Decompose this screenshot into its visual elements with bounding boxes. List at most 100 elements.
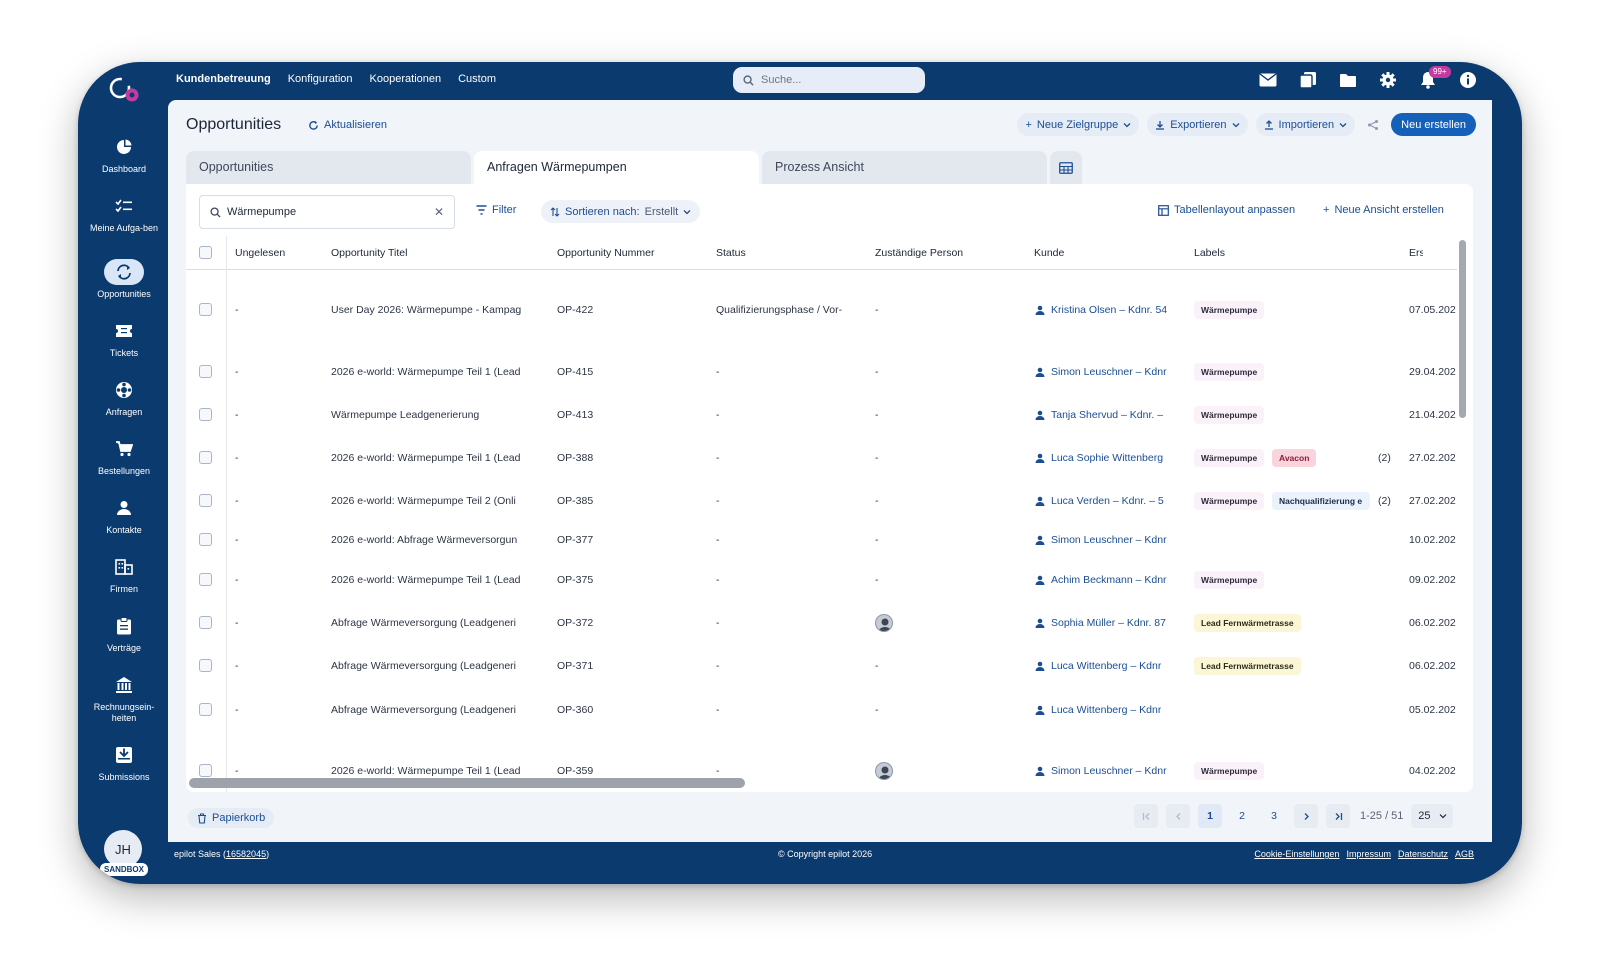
sidebar-item-rechnungseinheiten[interactable]: Rechnungsein-heiten (78, 672, 170, 724)
row-checkbox[interactable] (199, 573, 212, 586)
cell-customer[interactable]: Sophia Müller – Kdnr. 87 (1035, 617, 1171, 629)
column-header-person[interactable]: Zuständige Person (875, 247, 963, 259)
table-row[interactable]: - 2026 e-world: Wärmepumpe Teil 1 (Lead OP… (186, 568, 1457, 592)
first-page-button[interactable] (1134, 804, 1158, 828)
table-row[interactable]: - Abfrage Wärmeversorgung (Leadgeneri OP-3… (186, 654, 1457, 678)
cell-customer[interactable]: Tanja Shervud – Kdnr. – (1035, 409, 1171, 421)
clear-search-icon[interactable]: ✕ (434, 205, 444, 219)
cell-title[interactable]: Wärmepumpe Leadgenerierung (331, 409, 537, 421)
tab-prozess-ansicht[interactable]: Prozess Ansicht (762, 151, 1047, 184)
prev-page-button[interactable] (1166, 804, 1190, 828)
bell-icon[interactable]: 99+ (1417, 66, 1451, 91)
label-badge[interactable]: Lead Fernwärmetrasse (1194, 614, 1301, 632)
filter-button[interactable]: Filter (476, 204, 516, 216)
cell-title[interactable]: User Day 2026: Wärmepumpe - Kampag (331, 304, 537, 316)
sidebar-item-kontakte[interactable]: Kontakte (78, 495, 170, 536)
cell-title[interactable]: 2026 e-world: Wärmepumpe Teil 1 (Lead (331, 452, 537, 464)
cell-title[interactable]: 2026 e-world: Wärmepumpe Teil 1 (Lead (331, 574, 537, 586)
create-new-button[interactable]: Neu erstellen (1391, 113, 1476, 136)
topnav-custom[interactable]: Custom (458, 73, 496, 85)
label-badge[interactable]: Wärmepumpe (1194, 406, 1265, 424)
table-search[interactable]: ✕ (199, 195, 455, 229)
cell-customer[interactable]: Luca Sophie Wittenberg (1035, 452, 1171, 464)
row-checkbox[interactable] (199, 451, 212, 464)
label-badge[interactable]: Nachqualifizierung e (1272, 492, 1370, 510)
table-row[interactable]: - Abfrage Wärmeversorgung (Leadgeneri OP-3… (186, 698, 1457, 722)
row-checkbox[interactable] (199, 616, 212, 629)
label-overflow-count[interactable]: (2) (1378, 495, 1391, 507)
cell-customer[interactable]: Simon Leuschner – Kdnr (1035, 534, 1171, 546)
cell-title[interactable]: Abfrage Wärmeversorgung (Leadgeneri (331, 704, 537, 716)
sidebar-item-bestellungen[interactable]: Bestellungen (78, 436, 170, 477)
sidebar-item-submissions[interactable]: Submissions (78, 742, 170, 783)
row-checkbox[interactable] (199, 303, 212, 316)
cell-title[interactable]: 2026 e-world: Abfrage Wärmeversorgun (331, 534, 537, 546)
row-checkbox[interactable] (199, 494, 212, 507)
sidebar-item-tickets[interactable]: Tickets (78, 318, 170, 359)
table-row[interactable]: - 2026 e-world: Abfrage Wärmeversorgun OP-… (186, 528, 1457, 552)
cell-customer[interactable]: Simon Leuschner – Kdnr (1035, 765, 1171, 777)
sidebar-item-anfragen[interactable]: Anfragen (78, 377, 170, 418)
row-checkbox[interactable] (199, 365, 212, 378)
label-badge[interactable]: Lead Fernwärmetrasse (1194, 657, 1301, 675)
agb-link[interactable]: AGB (1455, 849, 1474, 859)
row-checkbox[interactable] (199, 703, 212, 716)
cell-title[interactable]: Abfrage Wärmeversorgung (Leadgeneri (331, 617, 537, 629)
new-view-button[interactable]: + Neue Ansicht erstellen (1323, 204, 1444, 216)
label-badge[interactable]: Wärmepumpe (1194, 363, 1265, 381)
horizontal-scrollbar[interactable] (189, 778, 745, 788)
sort-dropdown[interactable]: Sortieren nach: Erstellt (541, 200, 701, 223)
new-target-group-button[interactable]: + Neue Zielgruppe (1017, 113, 1140, 136)
export-button[interactable]: Exportieren (1147, 113, 1248, 136)
table-row[interactable]: - Abfrage Wärmeversorgung (Leadgeneri OP-3… (186, 611, 1457, 635)
tab-anfragen-waermepumpen[interactable]: Anfragen Wärmepumpen (474, 151, 759, 184)
select-all-checkbox[interactable] (199, 246, 212, 259)
info-icon[interactable] (1457, 69, 1479, 91)
global-search-input[interactable] (761, 74, 911, 86)
global-search[interactable] (733, 67, 925, 93)
vertical-scrollbar[interactable] (1459, 240, 1466, 418)
cell-customer[interactable]: Luca Wittenberg – Kdnr (1035, 704, 1171, 716)
copy-icon[interactable] (1297, 69, 1319, 91)
column-header-erstellt[interactable]: Ers (1409, 247, 1423, 259)
sidebar-item-firmen[interactable]: Firmen (78, 554, 170, 595)
gear-icon[interactable] (1377, 69, 1399, 91)
account-id-link[interactable]: 16582045 (226, 849, 266, 859)
share-button[interactable] (1363, 113, 1383, 136)
table-search-input[interactable] (227, 206, 407, 218)
sidebar-item-dashboard[interactable]: Dashboard (78, 134, 170, 175)
assignee-avatar[interactable] (875, 614, 893, 632)
cell-customer[interactable]: Simon Leuschner – Kdnr (1035, 366, 1171, 378)
table-row[interactable]: - 2026 e-world: Wärmepumpe Teil 1 (Lead OP… (186, 360, 1457, 384)
table-row[interactable]: - Wärmepumpe Leadgenerierung OP-413 - - Tanja… (186, 403, 1457, 427)
column-header-kunde[interactable]: Kunde (1034, 247, 1064, 259)
cell-customer[interactable]: Luca Verden – Kdnr. – 5 (1035, 495, 1171, 507)
next-page-button[interactable] (1294, 804, 1318, 828)
cell-title[interactable]: 2026 e-world: Wärmepumpe Teil 1 (Lead (331, 765, 537, 777)
table-row[interactable]: - 2026 e-world: Wärmepumpe Teil 2 (Onli OP… (186, 489, 1457, 513)
table-row[interactable]: - 2026 e-world: Wärmepumpe Teil 1 (Lead OP… (186, 446, 1457, 470)
cell-title[interactable]: 2026 e-world: Wärmepumpe Teil 2 (Onli (331, 495, 537, 507)
sidebar-item-vertraege[interactable]: Verträge (78, 613, 170, 654)
label-badge[interactable]: Wärmepumpe (1194, 762, 1265, 780)
label-badge[interactable]: Avacon (1272, 449, 1317, 467)
assignee-avatar[interactable] (875, 762, 893, 780)
sidebar-item-tasks[interactable]: Meine Aufga-ben (78, 193, 170, 234)
datenschutz-link[interactable]: Datenschutz (1398, 849, 1448, 859)
column-header-titel[interactable]: Opportunity Titel (331, 247, 407, 259)
tab-opportunities[interactable]: Opportunities (186, 151, 471, 184)
cell-title[interactable]: Abfrage Wärmeversorgung (Leadgeneri (331, 660, 537, 672)
sidebar-item-opportunities[interactable]: Opportunities (78, 259, 170, 300)
impressum-link[interactable]: Impressum (1346, 849, 1391, 859)
cell-customer[interactable]: Achim Beckmann – Kdnr (1035, 574, 1171, 586)
topnav-konfiguration[interactable]: Konfiguration (288, 73, 353, 85)
folder-icon[interactable] (1337, 69, 1359, 91)
table-layout-button[interactable]: Tabellenlayout anpassen (1158, 204, 1295, 216)
page-2-button[interactable]: 2 (1230, 804, 1254, 828)
label-badge[interactable]: Wärmepumpe (1194, 301, 1265, 319)
table-row[interactable]: - User Day 2026: Wärmepumpe - Kampag OP-42… (186, 298, 1457, 322)
topnav-kundenbetreuung[interactable]: Kundenbetreuung (176, 73, 271, 85)
trash-button[interactable]: Papierkorb (188, 808, 275, 828)
row-checkbox[interactable] (199, 659, 212, 672)
label-badge[interactable]: Wärmepumpe (1194, 449, 1265, 467)
